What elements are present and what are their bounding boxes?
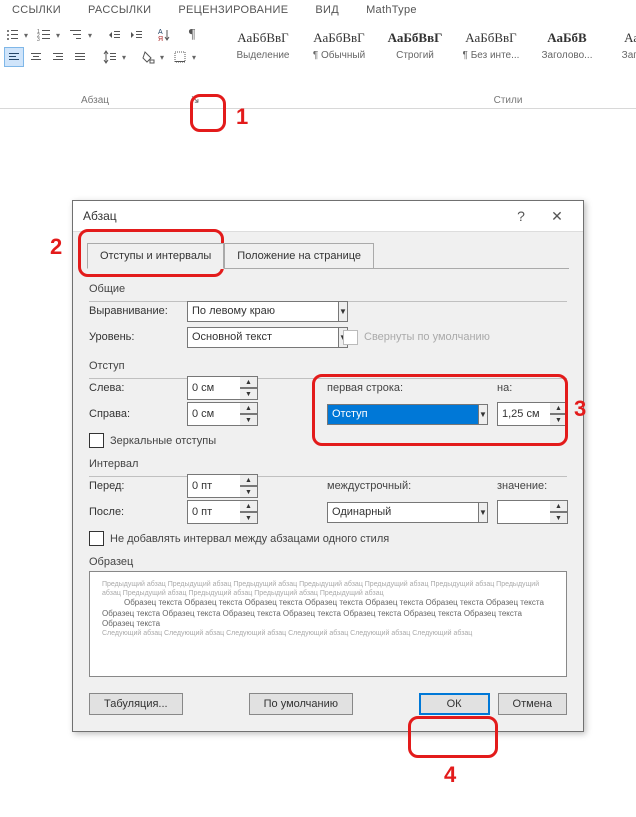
- after-label: После:: [89, 506, 181, 518]
- spacing-before-field[interactable]: [187, 474, 240, 498]
- ribbon-tabs: ССЫЛКИ РАССЫЛКИ РЕЦЕНЗИРОВАНИЕ ВИД MathT…: [0, 0, 636, 20]
- chevron-down-icon[interactable]: ▼: [478, 404, 488, 425]
- chevron-down-icon[interactable]: ▾: [122, 53, 130, 62]
- style-tile[interactable]: АаБбВвГСтрогий: [380, 24, 450, 106]
- group-label-paragraph: Абзац: [2, 95, 188, 106]
- chevron-down-icon[interactable]: ▾: [88, 31, 96, 40]
- spacing-value-field[interactable]: [497, 500, 550, 524]
- ribbon-tab[interactable]: РАССЫЛКИ: [76, 0, 163, 20]
- alignment-label: Выравнивание:: [89, 305, 181, 317]
- mirror-indent-label: Зеркальные отступы: [110, 435, 216, 447]
- spin-up-icon[interactable]: ▲: [240, 402, 258, 414]
- section-indent-label: Отступ: [89, 360, 567, 372]
- spin-up-icon[interactable]: ▲: [240, 500, 258, 512]
- tabulation-button[interactable]: Табуляция...: [89, 693, 183, 715]
- justify-button[interactable]: [70, 47, 90, 67]
- firstline-label: первая строка:: [327, 382, 447, 394]
- sort-button[interactable]: AЯ: [154, 25, 174, 45]
- paragraph-dialog: Абзац ? ✕ Отступы и интервалы Положение …: [72, 200, 584, 732]
- no-space-checkbox[interactable]: [89, 531, 104, 546]
- svg-text:Я: Я: [158, 36, 163, 42]
- section-common-label: Общие: [89, 283, 567, 295]
- styles-gallery: АаБбВвГВыделение АаБбВвГ¶ Обычный АаБбВв…: [228, 24, 636, 106]
- increase-indent-button[interactable]: [126, 25, 146, 45]
- shading-button[interactable]: [138, 47, 158, 67]
- indent-right-label: Справа:: [89, 408, 181, 420]
- before-label: Перед:: [89, 480, 181, 492]
- spin-down-icon[interactable]: ▼: [240, 388, 258, 400]
- spin-down-icon[interactable]: ▼: [550, 414, 568, 426]
- collapse-label: Свернуты по умолчанию: [364, 331, 490, 343]
- chevron-down-icon[interactable]: ▼: [338, 301, 348, 322]
- multilevel-button[interactable]: [66, 25, 86, 45]
- spacing-after-field[interactable]: [187, 500, 240, 524]
- no-space-label: Не добавлять интервал между абзацами одн…: [110, 533, 389, 545]
- section-preview-label: Образец: [89, 556, 567, 568]
- level-select[interactable]: [187, 327, 338, 348]
- alignment-select[interactable]: [187, 301, 338, 322]
- preview-box: Предыдущий абзац Предыдущий абзац Предыд…: [89, 571, 567, 677]
- show-marks-button[interactable]: ¶: [182, 25, 202, 45]
- ribbon-tab[interactable]: РЕЦЕНЗИРОВАНИЕ: [166, 0, 300, 20]
- ribbon-tab[interactable]: ВИД: [303, 0, 351, 20]
- close-button[interactable]: ✕: [539, 202, 575, 230]
- annotation-4: 4: [444, 762, 456, 788]
- decrease-indent-button[interactable]: [104, 25, 124, 45]
- ribbon-tab[interactable]: MathType: [354, 0, 429, 20]
- tab-page-position[interactable]: Положение на странице: [224, 243, 374, 269]
- chevron-down-icon[interactable]: ▾: [192, 53, 200, 62]
- align-left-button[interactable]: [4, 47, 24, 67]
- spin-down-icon[interactable]: ▼: [240, 414, 258, 426]
- indent-left-field[interactable]: [187, 376, 240, 400]
- paragraph-dialog-launcher[interactable]: ↘: [188, 92, 202, 106]
- spin-up-icon[interactable]: ▲: [550, 500, 568, 512]
- chevron-down-icon[interactable]: ▼: [478, 502, 488, 523]
- svg-text:A: A: [158, 29, 163, 36]
- spin-up-icon[interactable]: ▲: [550, 402, 568, 414]
- line-spacing-select[interactable]: [327, 502, 478, 523]
- firstline-select[interactable]: [327, 404, 478, 425]
- chevron-down-icon[interactable]: ▾: [56, 31, 64, 40]
- spin-up-icon[interactable]: ▲: [240, 474, 258, 486]
- align-right-button[interactable]: [48, 47, 68, 67]
- numbering-button[interactable]: 123: [34, 25, 54, 45]
- svg-text:3: 3: [37, 37, 40, 42]
- default-button[interactable]: По умолчанию: [249, 693, 353, 715]
- ok-button[interactable]: ОК: [419, 693, 490, 715]
- dialog-title: Абзац: [83, 209, 503, 223]
- style-tile[interactable]: АаБбВвГ¶ Без инте...: [456, 24, 526, 106]
- indent-left-label: Слева:: [89, 382, 181, 394]
- ribbon-tab[interactable]: ССЫЛКИ: [0, 0, 73, 20]
- spin-up-icon[interactable]: ▲: [240, 376, 258, 388]
- align-center-button[interactable]: [26, 47, 46, 67]
- help-button[interactable]: ?: [503, 202, 539, 230]
- annotation-2: 2: [50, 234, 62, 260]
- by-label: на:: [497, 382, 537, 394]
- tab-indents[interactable]: Отступы и интервалы: [87, 243, 224, 269]
- value-label: значение:: [497, 480, 557, 492]
- spin-down-icon[interactable]: ▼: [240, 512, 258, 524]
- chevron-down-icon[interactable]: ▾: [24, 31, 32, 40]
- by-field[interactable]: [497, 402, 550, 426]
- section-interval-label: Интервал: [89, 458, 567, 470]
- borders-button[interactable]: [170, 47, 190, 67]
- bullets-button[interactable]: [2, 25, 22, 45]
- mirror-indent-checkbox[interactable]: [89, 433, 104, 448]
- line-spacing-button[interactable]: [100, 47, 120, 67]
- level-label: Уровень:: [89, 331, 181, 343]
- line-spacing-label: междустрочный:: [327, 480, 447, 492]
- style-tile[interactable]: АаБбВЗаголово...: [532, 24, 602, 106]
- collapse-checkbox: [343, 330, 358, 345]
- style-tile[interactable]: АаБбВвГ¶ Обычный: [304, 24, 374, 106]
- spin-down-icon[interactable]: ▼: [550, 512, 568, 524]
- indent-right-field[interactable]: [187, 402, 240, 426]
- spin-down-icon[interactable]: ▼: [240, 486, 258, 498]
- chevron-down-icon[interactable]: ▾: [160, 53, 168, 62]
- style-tile[interactable]: АаБбВвГВыделение: [228, 24, 298, 106]
- style-tile[interactable]: АаБбВЗаголово: [608, 24, 636, 106]
- cancel-button[interactable]: Отмена: [498, 693, 567, 715]
